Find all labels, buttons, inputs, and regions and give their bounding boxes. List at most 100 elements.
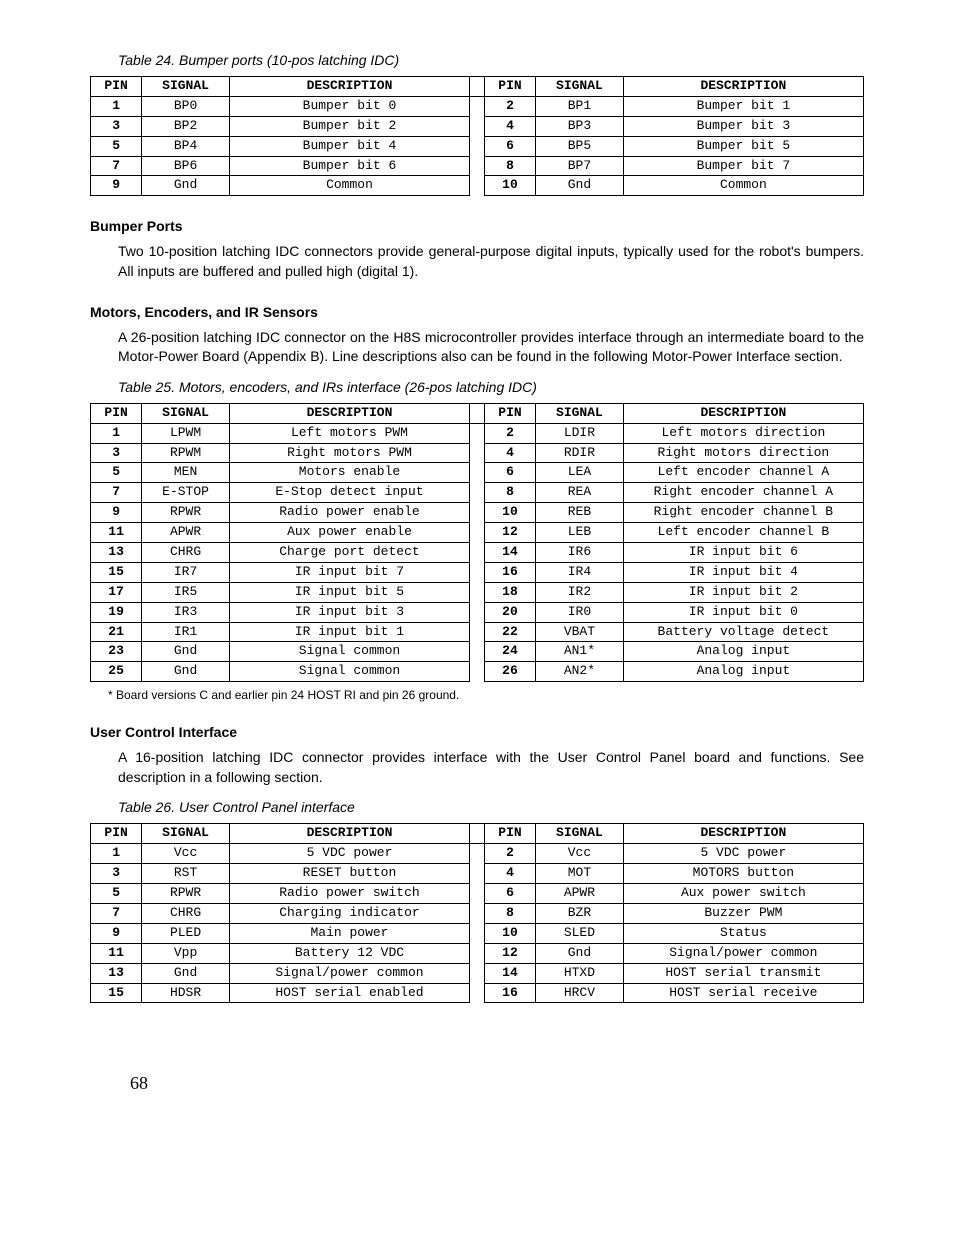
cell-desc: Buzzer PWM xyxy=(623,903,863,923)
cell-pin: 17 xyxy=(91,582,142,602)
cell-desc: Signal/power common xyxy=(229,963,469,983)
cell-pin: 1 xyxy=(91,96,142,116)
cell-pin: 12 xyxy=(484,523,535,543)
para-bumper-ports: Two 10-position latching IDC connectors … xyxy=(118,242,864,281)
cell-signal: HDSR xyxy=(142,983,230,1003)
cell-signal: Gnd xyxy=(536,943,624,963)
cell-desc: Left motors PWM xyxy=(229,423,469,443)
cell-pin: 19 xyxy=(91,602,142,622)
cell-pin: 2 xyxy=(484,96,535,116)
table-row: 11APWRAux power enable12LEBLeft encoder … xyxy=(91,523,864,543)
cell-pin: 11 xyxy=(91,943,142,963)
th-signal2: SIGNAL xyxy=(536,403,624,423)
cell-pin: 4 xyxy=(484,864,535,884)
heading-user-control: User Control Interface xyxy=(90,724,864,740)
cell-pin: 4 xyxy=(484,116,535,136)
cell-signal: CHRG xyxy=(142,903,230,923)
cell-desc: Right encoder channel A xyxy=(623,483,863,503)
cell-signal: PLED xyxy=(142,923,230,943)
cell-desc: Bumper bit 6 xyxy=(229,156,469,176)
cell-signal: AN2* xyxy=(536,662,624,682)
para-motors: A 26-position latching IDC connector on … xyxy=(118,328,864,367)
table-row: 23GndSignal common24AN1*Analog input xyxy=(91,642,864,662)
cell-pin: 2 xyxy=(484,423,535,443)
table-row: 9GndCommon10GndCommon xyxy=(91,176,864,196)
cell-desc: IR input bit 5 xyxy=(229,582,469,602)
cell-signal: IR7 xyxy=(142,562,230,582)
cell-gap xyxy=(470,562,485,582)
cell-pin: 14 xyxy=(484,542,535,562)
cell-signal: RPWM xyxy=(142,443,230,463)
cell-pin: 5 xyxy=(91,136,142,156)
cell-signal: IR6 xyxy=(536,542,624,562)
th-desc2: DESCRIPTION xyxy=(623,824,863,844)
cell-pin: 14 xyxy=(484,963,535,983)
cell-desc: Battery 12 VDC xyxy=(229,943,469,963)
cell-desc: Aux power switch xyxy=(623,884,863,904)
th-pin: PIN xyxy=(91,403,142,423)
cell-gap xyxy=(470,463,485,483)
cell-gap xyxy=(470,884,485,904)
cell-pin: 15 xyxy=(91,562,142,582)
cell-desc: E-Stop detect input xyxy=(229,483,469,503)
cell-pin: 2 xyxy=(484,844,535,864)
cell-signal: REB xyxy=(536,503,624,523)
cell-desc: Charging indicator xyxy=(229,903,469,923)
table24-header-row: PIN SIGNAL DESCRIPTION PIN SIGNAL DESCRI… xyxy=(91,77,864,97)
table26-caption: Table 26. User Control Panel interface xyxy=(118,799,864,815)
cell-desc: HOST serial receive xyxy=(623,983,863,1003)
cell-signal: BP7 xyxy=(536,156,624,176)
table25-caption: Table 25. Motors, encoders, and IRs inte… xyxy=(118,379,864,395)
cell-gap xyxy=(470,96,485,116)
cell-desc: Analog input xyxy=(623,642,863,662)
cell-signal: CHRG xyxy=(142,542,230,562)
cell-pin: 8 xyxy=(484,483,535,503)
table25-body: 1LPWMLeft motors PWM2LDIRLeft motors dir… xyxy=(91,423,864,682)
cell-signal: BP0 xyxy=(142,96,230,116)
cell-signal: RDIR xyxy=(536,443,624,463)
cell-signal: SLED xyxy=(536,923,624,943)
heading-bumper-ports: Bumper Ports xyxy=(90,218,864,234)
cell-desc: Charge port detect xyxy=(229,542,469,562)
cell-pin: 9 xyxy=(91,176,142,196)
cell-signal: Vpp xyxy=(142,943,230,963)
cell-desc: Signal common xyxy=(229,642,469,662)
th-pin: PIN xyxy=(91,77,142,97)
table-row: 19IR3IR input bit 320IR0IR input bit 0 xyxy=(91,602,864,622)
table-row: 21IR1IR input bit 122VBATBattery voltage… xyxy=(91,622,864,642)
cell-signal: RPWR xyxy=(142,884,230,904)
table-row: 1Vcc5 VDC power2Vcc5 VDC power xyxy=(91,844,864,864)
table24: PIN SIGNAL DESCRIPTION PIN SIGNAL DESCRI… xyxy=(90,76,864,196)
table-row: 5BP4Bumper bit 46BP5Bumper bit 5 xyxy=(91,136,864,156)
cell-desc: Left motors direction xyxy=(623,423,863,443)
cell-desc: Bumper bit 4 xyxy=(229,136,469,156)
cell-desc: Battery voltage detect xyxy=(623,622,863,642)
cell-desc: Right motors PWM xyxy=(229,443,469,463)
cell-signal: REA xyxy=(536,483,624,503)
cell-pin: 1 xyxy=(91,423,142,443)
cell-gap xyxy=(470,542,485,562)
cell-desc: IR input bit 1 xyxy=(229,622,469,642)
cell-desc: Bumper bit 0 xyxy=(229,96,469,116)
cell-pin: 10 xyxy=(484,923,535,943)
cell-signal: AN1* xyxy=(536,642,624,662)
table-row: 15IR7IR input bit 716IR4IR input bit 4 xyxy=(91,562,864,582)
cell-desc: HOST serial enabled xyxy=(229,983,469,1003)
cell-signal: IR4 xyxy=(536,562,624,582)
cell-pin: 6 xyxy=(484,884,535,904)
cell-pin: 26 xyxy=(484,662,535,682)
table-row: 7CHRGCharging indicator8BZRBuzzer PWM xyxy=(91,903,864,923)
cell-signal: IR0 xyxy=(536,602,624,622)
cell-gap xyxy=(470,523,485,543)
cell-pin: 23 xyxy=(91,642,142,662)
cell-gap xyxy=(470,503,485,523)
cell-desc: Radio power switch xyxy=(229,884,469,904)
table-row: 13GndSignal/power common14HTXDHOST seria… xyxy=(91,963,864,983)
page-number: 68 xyxy=(130,1073,864,1094)
cell-pin: 5 xyxy=(91,463,142,483)
cell-signal: Gnd xyxy=(142,642,230,662)
cell-pin: 8 xyxy=(484,156,535,176)
cell-pin: 6 xyxy=(484,136,535,156)
cell-gap xyxy=(470,602,485,622)
th-gap xyxy=(470,77,485,97)
